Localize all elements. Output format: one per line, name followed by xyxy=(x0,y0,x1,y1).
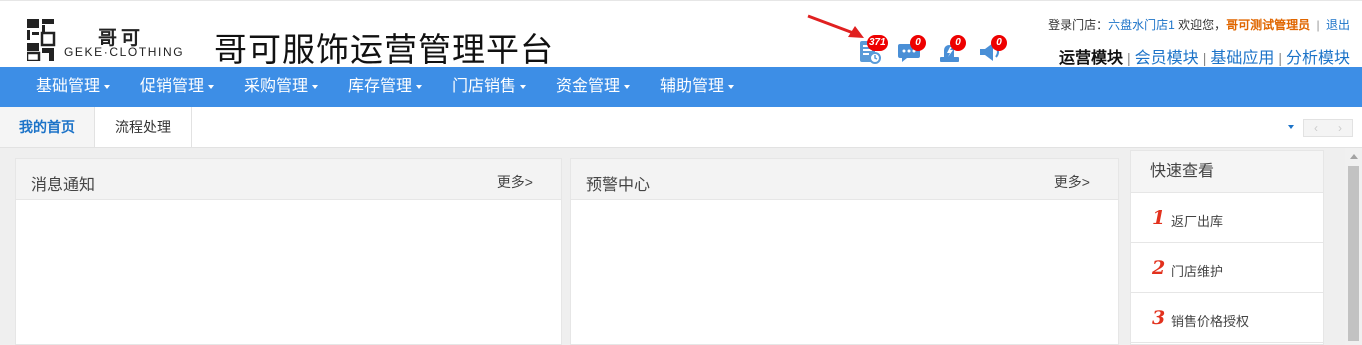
broadcast-count-badge: 0 xyxy=(991,35,1007,51)
quick-item-label: 返厂出库 xyxy=(1171,214,1224,229)
separator: | xyxy=(1127,50,1131,66)
caret-down-icon xyxy=(312,84,319,89)
welcome-text: 欢迎您， xyxy=(1178,18,1227,32)
more-link[interactable]: 更多> xyxy=(1054,172,1090,192)
geke-logo-icon xyxy=(27,19,56,61)
caret-down-icon xyxy=(104,84,111,89)
alert-count-badge: 0 xyxy=(950,35,966,51)
tab-scroll-controls: ‹ › xyxy=(1303,119,1353,137)
panel-header: 预警中心 更多> xyxy=(571,159,1118,200)
separator: | xyxy=(1202,50,1207,66)
nav-label: 采购管理 xyxy=(244,78,309,95)
tab-process-handling[interactable]: 流程处理 xyxy=(95,107,192,147)
module-analysis[interactable]: 分析模块 xyxy=(1286,50,1350,67)
quick-item-number: 1 xyxy=(1152,207,1166,229)
page-tab-bar: 我的首页 流程处理 xyxy=(0,107,1362,148)
vertical-scrollbar[interactable] xyxy=(1345,148,1362,345)
tab-my-home[interactable]: 我的首页 xyxy=(0,107,95,147)
nav-label: 基础管理 xyxy=(36,78,101,95)
main-nav: 基础管理 促销管理 采购管理 库存管理 门店销售 资金管理 辅助管理 xyxy=(0,67,1362,107)
quick-item-price-authorization[interactable]: 3 销售价格授权 xyxy=(1131,293,1323,343)
quick-view-title: 快速查看 xyxy=(1131,151,1323,193)
caret-down-icon xyxy=(416,84,423,89)
platform-title: 哥可服饰运营管理平台 xyxy=(214,31,554,68)
task-count-badge: 371 xyxy=(867,35,888,51)
quick-item-number: 2 xyxy=(1152,257,1166,279)
module-operations[interactable]: 运营模块 xyxy=(1059,50,1123,67)
tab-scroll-next-button[interactable]: › xyxy=(1328,120,1352,136)
nav-inventory-management[interactable]: 库存管理 xyxy=(348,67,423,107)
nav-label: 门店销售 xyxy=(452,78,517,95)
separator: | xyxy=(1278,50,1282,66)
login-info: 登录门店：六盘水门店1 欢迎您，哥可测试管理员 | 退出 xyxy=(1048,16,1350,33)
nav-fund-management[interactable]: 资金管理 xyxy=(556,67,631,107)
nav-label: 促销管理 xyxy=(140,78,205,95)
panel-header: 消息通知 更多> xyxy=(16,159,561,200)
module-basic-apps[interactable]: 基础应用 xyxy=(1210,50,1274,67)
warnings-panel: 预警中心 更多> xyxy=(570,158,1119,345)
logout-link[interactable]: 退出 xyxy=(1326,18,1350,32)
module-switcher: 运营模块 | 会员模块 | 基础应用 | 分析模块 xyxy=(1059,44,1350,68)
store-name-link[interactable]: 六盘水门店1 xyxy=(1108,18,1175,32)
caret-down-icon xyxy=(728,84,735,89)
caret-down-icon xyxy=(624,84,631,89)
message-count-badge: 0 xyxy=(910,35,926,51)
scroll-up-arrow-icon[interactable] xyxy=(1350,154,1358,159)
module-members[interactable]: 会员模块 xyxy=(1135,50,1199,67)
panel-title: 预警中心 xyxy=(586,177,651,194)
quick-item-label: 销售价格授权 xyxy=(1171,314,1250,329)
nav-store-sales[interactable]: 门店销售 xyxy=(452,67,527,107)
separator: | xyxy=(1316,18,1320,32)
tab-dropdown-icon[interactable] xyxy=(1288,125,1294,129)
scrollbar-thumb[interactable] xyxy=(1348,166,1359,341)
quick-view-panel: 快速查看 1 返厂出库 2 门店维护 3 销售价格授权 xyxy=(1130,150,1324,345)
nav-basic-management[interactable]: 基础管理 xyxy=(36,67,111,107)
nav-auxiliary-management[interactable]: 辅助管理 xyxy=(660,67,735,107)
messages-panel: 消息通知 更多> xyxy=(15,158,562,345)
more-link[interactable]: 更多> xyxy=(497,172,533,192)
top-header: 哥可 GEKE·CLOTHING 哥可服饰运营管理平台 371 0 0 0 登录… xyxy=(0,0,1362,68)
logo-english-name: GEKE·CLOTHING xyxy=(64,45,185,59)
nav-purchase-management[interactable]: 采购管理 xyxy=(244,67,319,107)
tab-scroll-prev-button[interactable]: ‹ xyxy=(1304,120,1328,136)
nav-promotion-management[interactable]: 促销管理 xyxy=(140,67,215,107)
red-arrow-annotation xyxy=(807,14,864,38)
quick-item-label: 门店维护 xyxy=(1171,264,1224,279)
panel-title: 消息通知 xyxy=(31,177,96,194)
nav-label: 资金管理 xyxy=(556,78,621,95)
nav-label: 辅助管理 xyxy=(660,78,725,95)
quick-item-return-to-factory[interactable]: 1 返厂出库 xyxy=(1131,193,1323,243)
caret-down-icon xyxy=(520,84,527,89)
store-label: 登录门店： xyxy=(1048,18,1109,32)
quick-item-number: 3 xyxy=(1152,307,1166,329)
quick-item-store-maintenance[interactable]: 2 门店维护 xyxy=(1131,243,1323,293)
caret-down-icon xyxy=(208,84,215,89)
user-name: 哥可测试管理员 xyxy=(1226,18,1311,32)
nav-label: 库存管理 xyxy=(348,78,413,95)
